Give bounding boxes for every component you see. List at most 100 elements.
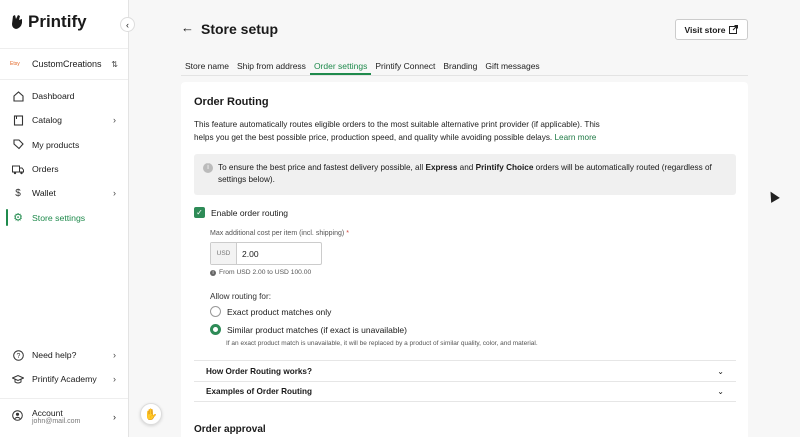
printify-logo[interactable]: Printify [10, 12, 87, 32]
option-exact-row[interactable]: Exact product matches only [210, 306, 331, 317]
book-icon [12, 114, 24, 126]
sidebar-item-my-products[interactable]: My products [0, 133, 128, 157]
sidebar-item-label: Wallet [32, 188, 56, 199]
external-link-icon [729, 25, 739, 34]
sidebar-item-label: Printify Academy [32, 374, 97, 385]
store-name: CustomCreations [32, 59, 102, 69]
info-text-1: To ensure the best price and fastest del… [218, 163, 426, 172]
sidebar-item-label: Need help? [32, 350, 77, 361]
chevron-left-icon: ‹ [126, 19, 129, 30]
sidebar-item-label: Store settings [32, 212, 86, 223]
account-email: john@mail.com [32, 418, 81, 425]
tab-ship-from-address[interactable]: Ship from address [233, 57, 310, 75]
sidebar-item-need-help[interactable]: ? Need help? › [0, 343, 128, 367]
enable-routing-label: Enable order routing [211, 207, 289, 218]
tab-printify-connect[interactable]: Printify Connect [371, 57, 439, 75]
sidebar-item-wallet[interactable]: $ Wallet › [0, 181, 128, 205]
sidebar-item-store-settings[interactable]: ⚙ Store settings [0, 205, 128, 229]
sidebar-collapse-button[interactable]: ‹ [120, 17, 135, 32]
accordion-how-routing-works[interactable]: How Order Routing works? ⌄ [194, 360, 736, 381]
sidebar-item-label: Catalog [32, 115, 62, 126]
back-arrow-icon[interactable]: ← [181, 20, 194, 35]
svg-text:?: ? [16, 353, 20, 360]
enable-routing-checkbox[interactable]: ✓ [194, 207, 205, 218]
tab-gift-messages[interactable]: Gift messages [481, 57, 543, 75]
intro-text: This feature automatically routes eligib… [194, 120, 600, 142]
updown-chevron-icon: ⇅ [111, 59, 118, 69]
tab-store-name[interactable]: Store name [181, 57, 233, 75]
info-small-icon: i [210, 269, 216, 276]
brand-name: Printify [28, 12, 87, 31]
gear-icon: ⚙ [13, 212, 23, 225]
chevron-right-icon: › [113, 115, 116, 126]
tab-order-settings[interactable]: Order settings [309, 57, 372, 75]
order-routing-card: Order Routing This feature automatically… [181, 82, 748, 437]
allow-routing-label: Allow routing for: [210, 292, 271, 301]
sidebar-item-catalog[interactable]: Catalog › [0, 108, 128, 132]
info-icon: i [203, 163, 213, 173]
sidebar-bottom-nav: ? Need help? › Printify Academy › [0, 343, 128, 392]
mouse-cursor-icon [766, 189, 780, 203]
info-bold-express: Express [425, 163, 458, 172]
sidebar-item-label: Orders [32, 164, 59, 175]
sidebar-item-dashboard[interactable]: Dashboard [0, 84, 128, 108]
etsy-logo-icon: Etsy [10, 61, 20, 67]
store-selector[interactable]: Etsy CustomCreations ⇅ [0, 48, 128, 80]
sidebar-item-label: Dashboard [32, 91, 75, 102]
page-title: Store setup [201, 21, 279, 37]
chevron-right-icon: › [113, 188, 116, 199]
max-cost-value[interactable]: 2.00 [237, 243, 321, 264]
max-cost-label-text: Max additional cost per item (incl. ship… [210, 230, 345, 237]
max-cost-input[interactable]: USD 2.00 [210, 242, 322, 265]
accordion-label: Examples of Order Routing [206, 387, 312, 396]
account-label: Account [32, 408, 63, 418]
visit-store-label: Visit store [684, 24, 726, 35]
max-cost-label: Max additional cost per item (incl. ship… [210, 230, 349, 237]
option-similar-label: Similar product matches (if exact is una… [227, 324, 407, 335]
printify-logo-icon [12, 15, 22, 29]
info-banner: i To ensure the best price and fastest d… [194, 154, 736, 195]
tabs-divider [181, 75, 748, 76]
range-hint: i From USD 2.00 to USD 100.00 [210, 269, 311, 276]
sidebar-item-orders[interactable]: Orders [0, 157, 128, 181]
visit-store-button[interactable]: Visit store [675, 19, 748, 40]
chevron-down-icon: ⌄ [717, 366, 724, 376]
option-similar-row[interactable]: Similar product matches (if exact is una… [210, 324, 407, 335]
option-exact-label: Exact product matches only [227, 306, 332, 317]
info-text-2: and [457, 163, 476, 172]
printify-chat-button[interactable]: ✋ [140, 403, 162, 425]
currency-prefix: USD [211, 243, 237, 264]
enable-routing-row[interactable]: ✓ Enable order routing [194, 207, 288, 218]
info-bold-printify-choice: Printify Choice [475, 163, 534, 172]
sidebar-item-label: My products [32, 139, 80, 150]
learn-more-link[interactable]: Learn more [554, 133, 596, 142]
accordion-label: How Order Routing works? [206, 366, 312, 376]
sidebar-item-printify-academy[interactable]: Printify Academy › [0, 367, 128, 391]
chevron-right-icon: › [113, 350, 116, 361]
settings-tabs: Store name Ship from address Order setti… [181, 57, 544, 75]
accordion-routing-examples[interactable]: Examples of Order Routing ⌄ [194, 381, 736, 402]
order-approval-title: Order approval [194, 424, 266, 435]
account-menu[interactable]: Account john@mail.com › [0, 398, 128, 434]
dollar-icon: $ [15, 187, 21, 199]
sidebar-nav: Dashboard Catalog › My products Orders $… [0, 84, 128, 230]
help-icon: ? [12, 349, 24, 361]
option-similar-description: If an exact product match is unavailable… [226, 340, 538, 347]
option-similar-radio[interactable] [210, 324, 221, 335]
range-hint-text: From USD 2.00 to USD 100.00 [219, 269, 312, 276]
chevron-right-icon: › [113, 374, 116, 385]
chevron-right-icon: › [113, 411, 116, 422]
section-title: Order Routing [194, 96, 269, 108]
routing-intro: This feature automatically routes eligib… [194, 119, 604, 144]
chevron-down-icon: ⌄ [717, 387, 724, 396]
home-icon [12, 90, 24, 102]
graduation-cap-icon [12, 373, 24, 385]
printify-hand-icon: ✋ [144, 408, 158, 421]
option-exact-radio[interactable] [210, 306, 221, 317]
tag-icon [12, 139, 24, 151]
required-mark: * [346, 230, 349, 237]
sidebar: Printify Etsy CustomCreations ⇅ Dashboar… [0, 0, 129, 437]
user-icon [12, 410, 24, 423]
tab-branding[interactable]: Branding [439, 57, 481, 75]
truck-icon [12, 163, 24, 175]
